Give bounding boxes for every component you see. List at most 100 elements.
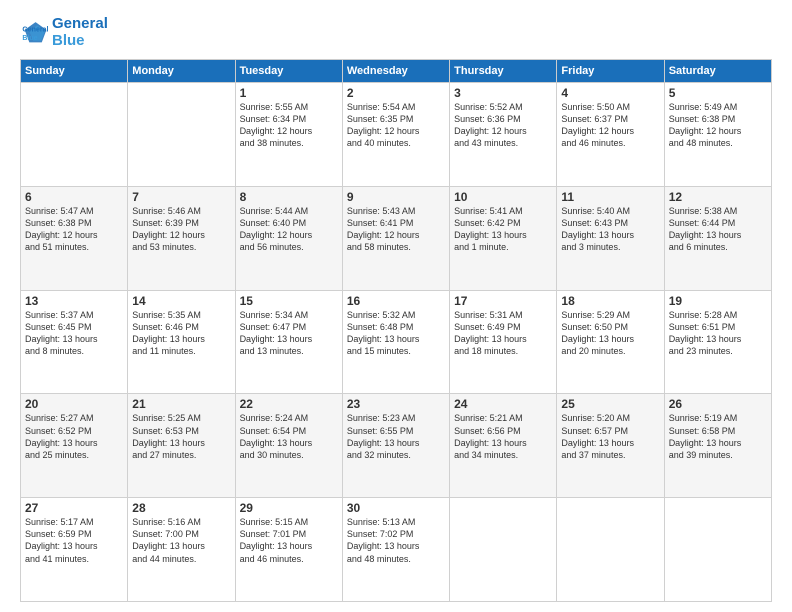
day-info: Sunrise: 5:31 AM Sunset: 6:49 PM Dayligh… bbox=[454, 309, 552, 358]
calendar-cell: 27Sunrise: 5:17 AM Sunset: 6:59 PM Dayli… bbox=[21, 498, 128, 602]
day-info: Sunrise: 5:23 AM Sunset: 6:55 PM Dayligh… bbox=[347, 412, 445, 461]
day-info: Sunrise: 5:17 AM Sunset: 6:59 PM Dayligh… bbox=[25, 516, 123, 565]
calendar-cell: 13Sunrise: 5:37 AM Sunset: 6:45 PM Dayli… bbox=[21, 290, 128, 394]
day-number: 21 bbox=[132, 397, 230, 411]
day-info: Sunrise: 5:20 AM Sunset: 6:57 PM Dayligh… bbox=[561, 412, 659, 461]
svg-text:General: General bbox=[22, 26, 48, 33]
calendar-cell: 14Sunrise: 5:35 AM Sunset: 6:46 PM Dayli… bbox=[128, 290, 235, 394]
day-info: Sunrise: 5:43 AM Sunset: 6:41 PM Dayligh… bbox=[347, 205, 445, 254]
day-info: Sunrise: 5:19 AM Sunset: 6:58 PM Dayligh… bbox=[669, 412, 767, 461]
day-info: Sunrise: 5:49 AM Sunset: 6:38 PM Dayligh… bbox=[669, 101, 767, 150]
day-info: Sunrise: 5:52 AM Sunset: 6:36 PM Dayligh… bbox=[454, 101, 552, 150]
day-number: 3 bbox=[454, 86, 552, 100]
calendar-cell: 4Sunrise: 5:50 AM Sunset: 6:37 PM Daylig… bbox=[557, 83, 664, 187]
calendar-cell: 1Sunrise: 5:55 AM Sunset: 6:34 PM Daylig… bbox=[235, 83, 342, 187]
calendar-cell: 24Sunrise: 5:21 AM Sunset: 6:56 PM Dayli… bbox=[450, 394, 557, 498]
svg-text:Blue: Blue bbox=[22, 35, 37, 42]
calendar-cell: 21Sunrise: 5:25 AM Sunset: 6:53 PM Dayli… bbox=[128, 394, 235, 498]
weekday-header-sunday: Sunday bbox=[21, 60, 128, 83]
calendar-cell: 22Sunrise: 5:24 AM Sunset: 6:54 PM Dayli… bbox=[235, 394, 342, 498]
day-number: 14 bbox=[132, 294, 230, 308]
calendar-cell: 3Sunrise: 5:52 AM Sunset: 6:36 PM Daylig… bbox=[450, 83, 557, 187]
day-info: Sunrise: 5:38 AM Sunset: 6:44 PM Dayligh… bbox=[669, 205, 767, 254]
day-number: 26 bbox=[669, 397, 767, 411]
day-info: Sunrise: 5:35 AM Sunset: 6:46 PM Dayligh… bbox=[132, 309, 230, 358]
day-info: Sunrise: 5:24 AM Sunset: 6:54 PM Dayligh… bbox=[240, 412, 338, 461]
calendar-cell: 20Sunrise: 5:27 AM Sunset: 6:52 PM Dayli… bbox=[21, 394, 128, 498]
week-row-2: 6Sunrise: 5:47 AM Sunset: 6:38 PM Daylig… bbox=[21, 186, 772, 290]
week-row-5: 27Sunrise: 5:17 AM Sunset: 6:59 PM Dayli… bbox=[21, 498, 772, 602]
day-number: 6 bbox=[25, 190, 123, 204]
day-number: 9 bbox=[347, 190, 445, 204]
calendar-cell: 11Sunrise: 5:40 AM Sunset: 6:43 PM Dayli… bbox=[557, 186, 664, 290]
logo-text: General Blue bbox=[52, 16, 108, 49]
day-number: 27 bbox=[25, 501, 123, 515]
day-info: Sunrise: 5:54 AM Sunset: 6:35 PM Dayligh… bbox=[347, 101, 445, 150]
day-info: Sunrise: 5:25 AM Sunset: 6:53 PM Dayligh… bbox=[132, 412, 230, 461]
day-info: Sunrise: 5:29 AM Sunset: 6:50 PM Dayligh… bbox=[561, 309, 659, 358]
weekday-header-row: SundayMondayTuesdayWednesdayThursdayFrid… bbox=[21, 60, 772, 83]
day-info: Sunrise: 5:46 AM Sunset: 6:39 PM Dayligh… bbox=[132, 205, 230, 254]
day-info: Sunrise: 5:28 AM Sunset: 6:51 PM Dayligh… bbox=[669, 309, 767, 358]
day-info: Sunrise: 5:32 AM Sunset: 6:48 PM Dayligh… bbox=[347, 309, 445, 358]
calendar-cell: 29Sunrise: 5:15 AM Sunset: 7:01 PM Dayli… bbox=[235, 498, 342, 602]
day-info: Sunrise: 5:44 AM Sunset: 6:40 PM Dayligh… bbox=[240, 205, 338, 254]
weekday-header-thursday: Thursday bbox=[450, 60, 557, 83]
day-number: 24 bbox=[454, 397, 552, 411]
day-number: 25 bbox=[561, 397, 659, 411]
weekday-header-saturday: Saturday bbox=[664, 60, 771, 83]
calendar-cell: 9Sunrise: 5:43 AM Sunset: 6:41 PM Daylig… bbox=[342, 186, 449, 290]
calendar-cell bbox=[450, 498, 557, 602]
day-info: Sunrise: 5:55 AM Sunset: 6:34 PM Dayligh… bbox=[240, 101, 338, 150]
calendar-cell bbox=[664, 498, 771, 602]
day-info: Sunrise: 5:13 AM Sunset: 7:02 PM Dayligh… bbox=[347, 516, 445, 565]
day-info: Sunrise: 5:50 AM Sunset: 6:37 PM Dayligh… bbox=[561, 101, 659, 150]
week-row-3: 13Sunrise: 5:37 AM Sunset: 6:45 PM Dayli… bbox=[21, 290, 772, 394]
day-info: Sunrise: 5:21 AM Sunset: 6:56 PM Dayligh… bbox=[454, 412, 552, 461]
calendar-cell: 17Sunrise: 5:31 AM Sunset: 6:49 PM Dayli… bbox=[450, 290, 557, 394]
logo-icon: General Blue bbox=[20, 19, 48, 47]
weekday-header-tuesday: Tuesday bbox=[235, 60, 342, 83]
calendar-cell: 23Sunrise: 5:23 AM Sunset: 6:55 PM Dayli… bbox=[342, 394, 449, 498]
day-info: Sunrise: 5:27 AM Sunset: 6:52 PM Dayligh… bbox=[25, 412, 123, 461]
day-number: 11 bbox=[561, 190, 659, 204]
calendar-cell bbox=[557, 498, 664, 602]
calendar-cell: 26Sunrise: 5:19 AM Sunset: 6:58 PM Dayli… bbox=[664, 394, 771, 498]
day-info: Sunrise: 5:40 AM Sunset: 6:43 PM Dayligh… bbox=[561, 205, 659, 254]
day-number: 29 bbox=[240, 501, 338, 515]
day-number: 8 bbox=[240, 190, 338, 204]
day-number: 20 bbox=[25, 397, 123, 411]
day-number: 17 bbox=[454, 294, 552, 308]
day-number: 12 bbox=[669, 190, 767, 204]
day-info: Sunrise: 5:34 AM Sunset: 6:47 PM Dayligh… bbox=[240, 309, 338, 358]
calendar-cell: 19Sunrise: 5:28 AM Sunset: 6:51 PM Dayli… bbox=[664, 290, 771, 394]
day-info: Sunrise: 5:47 AM Sunset: 6:38 PM Dayligh… bbox=[25, 205, 123, 254]
day-number: 4 bbox=[561, 86, 659, 100]
day-info: Sunrise: 5:37 AM Sunset: 6:45 PM Dayligh… bbox=[25, 309, 123, 358]
calendar-cell: 2Sunrise: 5:54 AM Sunset: 6:35 PM Daylig… bbox=[342, 83, 449, 187]
calendar-cell: 5Sunrise: 5:49 AM Sunset: 6:38 PM Daylig… bbox=[664, 83, 771, 187]
weekday-header-monday: Monday bbox=[128, 60, 235, 83]
day-number: 23 bbox=[347, 397, 445, 411]
day-number: 18 bbox=[561, 294, 659, 308]
week-row-4: 20Sunrise: 5:27 AM Sunset: 6:52 PM Dayli… bbox=[21, 394, 772, 498]
calendar-cell: 8Sunrise: 5:44 AM Sunset: 6:40 PM Daylig… bbox=[235, 186, 342, 290]
weekday-header-wednesday: Wednesday bbox=[342, 60, 449, 83]
header: General Blue General Blue bbox=[20, 16, 772, 49]
calendar-cell bbox=[128, 83, 235, 187]
day-number: 30 bbox=[347, 501, 445, 515]
calendar-cell: 6Sunrise: 5:47 AM Sunset: 6:38 PM Daylig… bbox=[21, 186, 128, 290]
day-info: Sunrise: 5:15 AM Sunset: 7:01 PM Dayligh… bbox=[240, 516, 338, 565]
calendar-cell: 18Sunrise: 5:29 AM Sunset: 6:50 PM Dayli… bbox=[557, 290, 664, 394]
calendar-cell: 15Sunrise: 5:34 AM Sunset: 6:47 PM Dayli… bbox=[235, 290, 342, 394]
calendar-cell: 28Sunrise: 5:16 AM Sunset: 7:00 PM Dayli… bbox=[128, 498, 235, 602]
week-row-1: 1Sunrise: 5:55 AM Sunset: 6:34 PM Daylig… bbox=[21, 83, 772, 187]
calendar-cell: 7Sunrise: 5:46 AM Sunset: 6:39 PM Daylig… bbox=[128, 186, 235, 290]
day-number: 15 bbox=[240, 294, 338, 308]
day-number: 22 bbox=[240, 397, 338, 411]
day-number: 2 bbox=[347, 86, 445, 100]
day-number: 1 bbox=[240, 86, 338, 100]
calendar-cell bbox=[21, 83, 128, 187]
calendar-table: SundayMondayTuesdayWednesdayThursdayFrid… bbox=[20, 59, 772, 602]
calendar-cell: 10Sunrise: 5:41 AM Sunset: 6:42 PM Dayli… bbox=[450, 186, 557, 290]
